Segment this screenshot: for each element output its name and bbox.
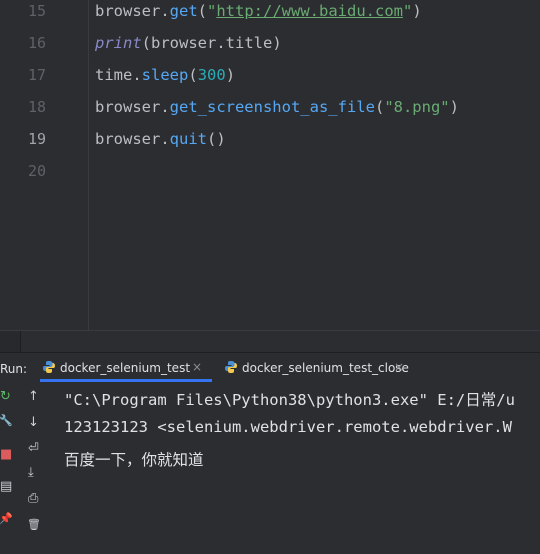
code-editor[interactable]: 15 16 17 18 19 20 browser.get("http://www.bai… bbox=[0, 0, 540, 352]
close-icon[interactable]: × bbox=[394, 360, 404, 374]
trash-icon[interactable]: 🗑 bbox=[27, 518, 41, 532]
code-line: browser.get_screenshot_as_file("8.png") bbox=[95, 98, 459, 116]
console-line: 123123123 <selenium.webdriver.remote.web… bbox=[64, 418, 512, 436]
close-icon[interactable]: × bbox=[192, 360, 202, 374]
down-arrow-icon[interactable]: ↓ bbox=[28, 416, 39, 430]
python-icon bbox=[225, 361, 237, 373]
run-console[interactable]: ↻ 🔧 ■ ▤ 📌 ↑ ↓ ⏎ ⤓ ⎙ 🗑 "C:\Program Files\… bbox=[0, 382, 540, 554]
stop-icon[interactable]: ■ bbox=[0, 448, 12, 462]
console-actions-toolbar: ↑ ↓ ⏎ ⤓ ⎙ 🗑 bbox=[22, 382, 48, 554]
code-token: browser. bbox=[95, 130, 170, 148]
run-toolbar: Run: docker_selenium_test × docker_selen… bbox=[0, 352, 540, 383]
code-line: print(browser.title) bbox=[95, 34, 282, 52]
code-token: () bbox=[206, 130, 226, 148]
layout-icon[interactable]: ▤ bbox=[0, 480, 12, 494]
print-icon[interactable]: ⎙ bbox=[28, 492, 38, 506]
console-line: "C:\Program Files\Python38\python3.exe" … bbox=[64, 391, 515, 409]
line-number: 20 bbox=[27, 162, 46, 180]
editor-bottom-separator bbox=[0, 330, 540, 331]
gutter-separator bbox=[88, 0, 89, 330]
code-token: " bbox=[207, 2, 217, 20]
line-number: 15 bbox=[27, 2, 46, 20]
tab-label: docker_selenium_test_close bbox=[242, 361, 409, 375]
code-token: ( bbox=[374, 98, 385, 116]
rerun-icon[interactable]: ↻ bbox=[0, 390, 11, 404]
code-token: sleep bbox=[141, 66, 189, 84]
code-token: quit bbox=[169, 130, 207, 148]
code-token: print bbox=[95, 34, 142, 52]
tab-docker-selenium-test[interactable]: docker_selenium_test × bbox=[40, 353, 212, 382]
line-number-gutter[interactable]: 15 16 17 18 19 20 bbox=[0, 0, 88, 330]
code-token: browser. bbox=[95, 2, 170, 20]
line-number: 17 bbox=[27, 66, 46, 84]
code-token: browser. bbox=[95, 98, 170, 116]
code-token: ) bbox=[225, 66, 236, 84]
up-arrow-icon[interactable]: ↑ bbox=[28, 390, 39, 404]
code-token: get_screenshot_as_file bbox=[169, 98, 375, 116]
code-token: " bbox=[402, 2, 413, 20]
run-label: Run: bbox=[0, 362, 28, 376]
soft-wrap-icon[interactable]: ⏎ bbox=[28, 442, 39, 456]
code-token: ( bbox=[197, 2, 207, 20]
run-actions-toolbar: ↻ 🔧 ■ ▤ 📌 bbox=[0, 382, 16, 554]
scroll-to-end-icon[interactable]: ⤓ bbox=[28, 466, 34, 480]
code-token: time. bbox=[95, 66, 142, 84]
pin-icon[interactable]: 📌 bbox=[0, 512, 13, 526]
tab-label: docker_selenium_test bbox=[60, 361, 191, 375]
code-line: browser.quit() bbox=[95, 130, 226, 148]
line-number: 18 bbox=[27, 98, 46, 116]
code-token: "8.png" bbox=[384, 98, 450, 116]
console-line: 百度一下，你就知道 bbox=[64, 451, 204, 469]
code-line: time.sleep(300) bbox=[95, 66, 235, 84]
line-number: 16 bbox=[27, 34, 46, 52]
code-token: ) bbox=[412, 2, 422, 20]
line-number: 19 bbox=[27, 130, 46, 148]
code-line: browser.get("http://www.baidu.com") bbox=[95, 2, 422, 20]
wrench-icon[interactable]: 🔧 bbox=[0, 414, 13, 428]
code-token: (browser.title) bbox=[141, 34, 282, 52]
python-icon bbox=[43, 361, 55, 373]
code-token: 300 bbox=[197, 66, 226, 84]
tab-docker-selenium-test-close[interactable]: docker_selenium_test_close × bbox=[224, 353, 410, 382]
code-token: http://www.baidu.com bbox=[216, 2, 403, 20]
code-token: get bbox=[169, 2, 198, 20]
code-token: ) bbox=[449, 98, 459, 116]
code-token: ( bbox=[188, 66, 198, 84]
